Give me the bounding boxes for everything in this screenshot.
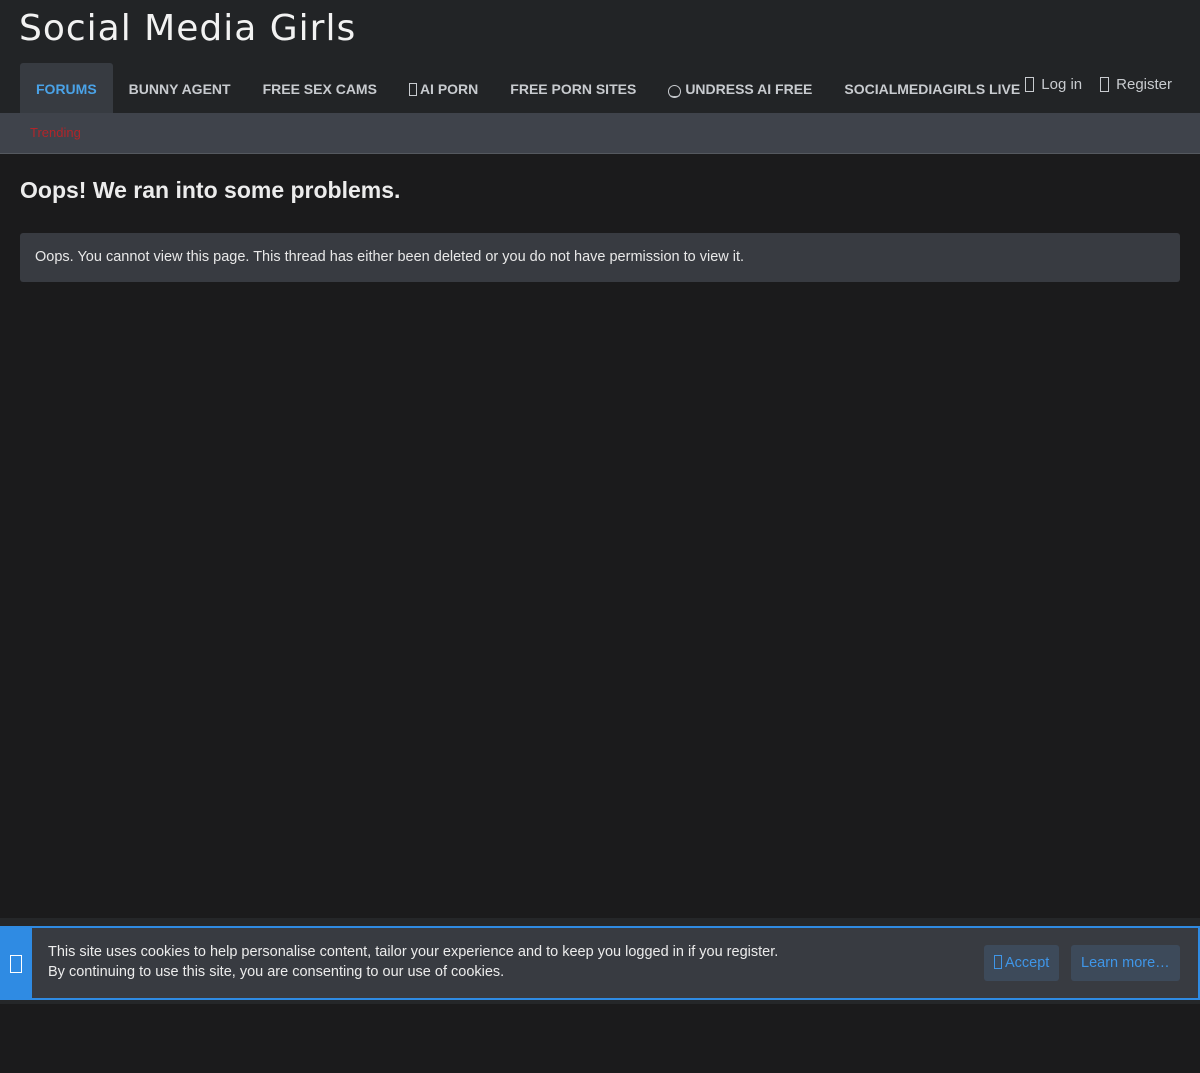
login-icon bbox=[1025, 77, 1035, 92]
tab-ai-porn-label: AI PORN bbox=[419, 81, 479, 97]
site-title[interactable]: Social Media Girls bbox=[19, 8, 356, 49]
page-title: Oops! We ran into some problems. bbox=[20, 177, 401, 203]
trending-link[interactable]: Trending bbox=[30, 125, 81, 140]
main-nav: FORUMS BUNNY AGENT FREE SEX CAMS AI PORN… bbox=[20, 63, 1036, 113]
tab-socialmediagirls-live[interactable]: SOCIALMEDIAGIRLS LIVE bbox=[828, 63, 1036, 113]
error-message: Oops. You cannot view this page. This th… bbox=[20, 233, 1180, 282]
sub-navigation: Trending bbox=[0, 113, 1200, 154]
login-link[interactable]: Log in bbox=[1025, 76, 1082, 93]
cookie-line-2: By continuing to use this site, you are … bbox=[48, 964, 505, 980]
cookie-notice: This site uses cookies to help personali… bbox=[0, 926, 1200, 1000]
cookie-icon bbox=[10, 955, 22, 973]
tab-undress-ai-free-label: UNDRESS AI FREE bbox=[685, 81, 813, 97]
tab-free-porn-sites[interactable]: FREE PORN SITES bbox=[494, 63, 652, 113]
register-icon bbox=[1100, 77, 1110, 92]
auth-links: Log in Register bbox=[1025, 76, 1172, 93]
tab-free-sex-cams[interactable]: FREE SEX CAMS bbox=[247, 63, 393, 113]
accept-label: Accept bbox=[1005, 955, 1050, 971]
nav-link-icon bbox=[408, 83, 417, 96]
register-label: Register bbox=[1116, 76, 1172, 93]
tab-undress-ai-free[interactable]: ‿ UNDRESS AI FREE bbox=[652, 63, 828, 113]
cookie-notice-area: This site uses cookies to help personali… bbox=[0, 918, 1200, 1004]
tab-bunny-agent[interactable]: BUNNY AGENT bbox=[113, 63, 247, 113]
smile-icon: ‿ bbox=[668, 85, 682, 98]
tab-ai-porn[interactable]: AI PORN bbox=[393, 63, 494, 113]
learn-more-button[interactable]: Learn more… bbox=[1071, 945, 1180, 981]
cookie-text: This site uses cookies to help personali… bbox=[48, 942, 778, 982]
accept-button[interactable]: Accept bbox=[984, 945, 1060, 981]
cookie-line-1: This site uses cookies to help personali… bbox=[48, 944, 779, 960]
register-link[interactable]: Register bbox=[1100, 76, 1172, 93]
login-label: Log in bbox=[1041, 76, 1083, 93]
tab-forums[interactable]: FORUMS bbox=[20, 63, 113, 113]
site-header: Social Media Girls FORUMS BUNNY AGENT FR… bbox=[0, 0, 1200, 113]
cookie-stripe bbox=[0, 928, 32, 998]
accept-check-icon bbox=[994, 955, 1002, 969]
